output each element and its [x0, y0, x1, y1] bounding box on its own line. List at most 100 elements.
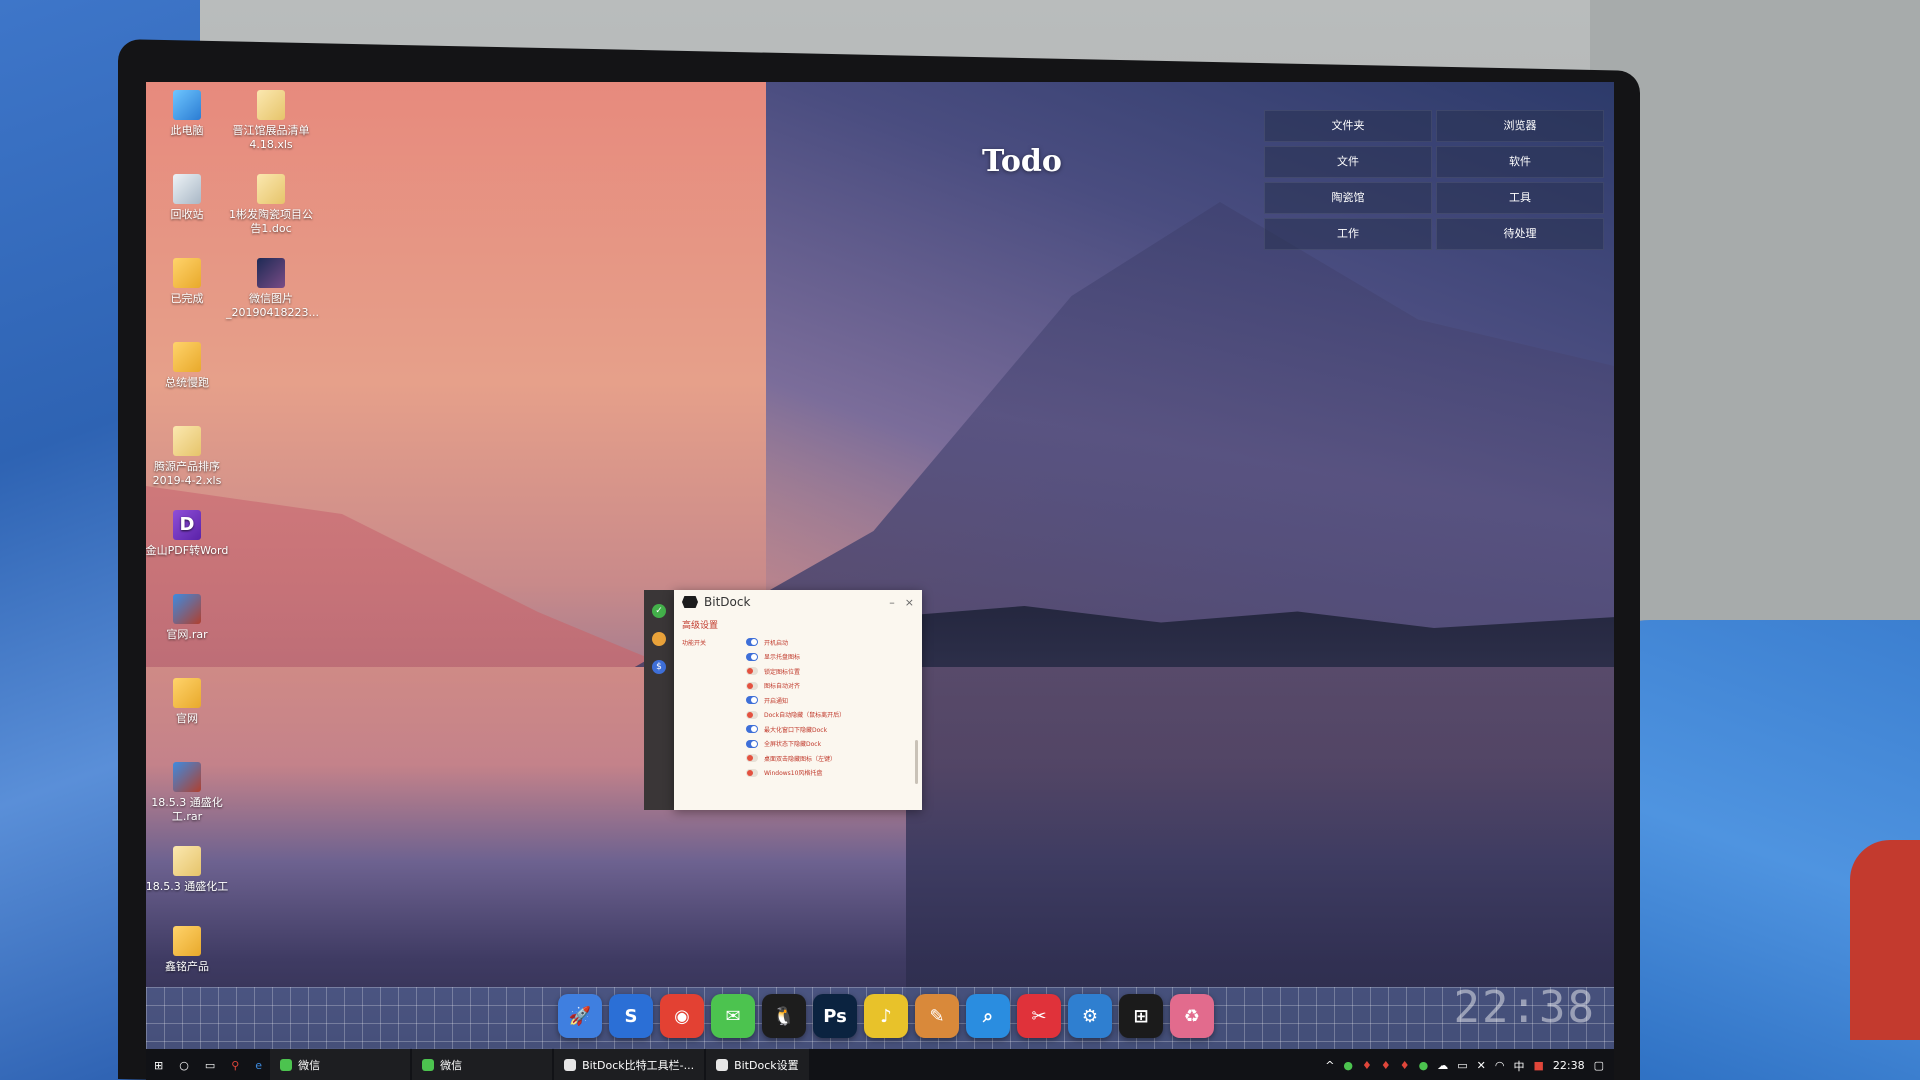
bitdock-scrollbar[interactable]	[915, 740, 918, 784]
ime-indicator[interactable]: 中	[1513, 1058, 1524, 1074]
taskbar-app-button[interactable]: 微信	[270, 1048, 411, 1080]
bitdock-titlebar[interactable]: BitDock – ×	[674, 590, 922, 614]
bitdock-section-title: 高级设置	[682, 621, 719, 631]
todo-cell-folder[interactable]: 文件夹	[1264, 110, 1432, 142]
wechat-tray-icon[interactable]: ●	[1343, 1059, 1353, 1072]
setting-label: Windows10风格托盘	[764, 770, 823, 778]
wifi-icon[interactable]: ◠	[1495, 1059, 1505, 1072]
check-icon[interactable]: ✓	[652, 604, 666, 618]
settings-icon[interactable]: $	[652, 660, 666, 674]
desktop-icon[interactable]: 已完成	[146, 258, 232, 306]
edge-button[interactable]: e	[247, 1049, 270, 1080]
todo-cell-browser[interactable]: 浏览器	[1436, 110, 1604, 142]
taskbar-app-button[interactable]: BitDock比特工具栏-...	[554, 1048, 705, 1080]
todo-cell-pending[interactable]: 待处理	[1436, 218, 1604, 250]
search-button[interactable]: ⚲	[223, 1049, 247, 1080]
todo-cell-tools[interactable]: 工具	[1436, 182, 1604, 214]
desktop-icon[interactable]: 1彬发陶瓷项目公告1.doc	[226, 174, 316, 236]
bitdock-settings-list: 功能开关 开机启动 显示托盘图标 锁定图标位置 图标自动对齐 开启通知 Dock自动隐藏（鼠…	[674, 635, 922, 780]
cortana-icon: ○	[179, 1059, 189, 1072]
excel-file-icon	[257, 90, 285, 120]
setting-label: 桌面双击隐藏图标（左键）	[764, 755, 837, 763]
desktop-icon[interactable]: D 金山PDF转Word	[146, 510, 232, 558]
todo-cell-ceramics[interactable]: 陶瓷馆	[1264, 182, 1432, 214]
chevron-up-icon[interactable]: ^	[1325, 1059, 1334, 1072]
search-icon: ⚲	[231, 1059, 240, 1072]
rocket-app-icon[interactable]: 🚀	[558, 994, 602, 1038]
setting-label: 全屏状态下隐藏Dock	[764, 741, 822, 749]
palette-icon[interactable]	[652, 632, 666, 646]
app-tray-icon[interactable]: ♦	[1381, 1059, 1391, 1072]
app-tray-icon[interactable]: ♦	[1362, 1059, 1372, 1072]
desktop-icon[interactable]: 官网	[146, 678, 232, 726]
close-button[interactable]: ×	[905, 596, 914, 609]
todo-cell-file[interactable]: 文件	[1264, 146, 1432, 178]
notes-icon[interactable]: ✎	[915, 994, 959, 1038]
screenshot-app-icon[interactable]: ✂	[1017, 994, 1061, 1038]
desktop-icon[interactable]: 微信图片_20190418223...	[226, 258, 319, 320]
windows-app-icon[interactable]: ⊞	[1119, 994, 1163, 1038]
bitdock-settings-window: BitDock – × 高级设置 功能开关 开机启动 显示托盘图标 锁定图标位置 图标自…	[674, 590, 922, 810]
toggle-switch[interactable]	[746, 652, 758, 661]
toggle-switch[interactable]	[746, 696, 758, 705]
todo-grid: 文件夹 浏览器 文件 软件 陶瓷馆 工具 工作 待处理	[1264, 110, 1604, 250]
search-app-icon[interactable]: ⌕	[966, 994, 1010, 1038]
todo-cell-software[interactable]: 软件	[1436, 146, 1604, 178]
setting-row: 锁定图标位置	[674, 664, 922, 679]
doc-file-icon	[257, 174, 285, 204]
recycle-app-icon[interactable]: ♻	[1170, 994, 1214, 1038]
desktop-icon[interactable]: 18.5.3 通盛化工	[146, 846, 232, 894]
bitdock-logo-icon	[682, 596, 698, 608]
system-tray: ^ ● ♦ ♦ ♦ ● ☁ ▭ ✕ ◠ 中 ■ 22:38 ▢	[1325, 1058, 1614, 1074]
sogou-tray-icon[interactable]: ■	[1533, 1059, 1543, 1072]
setting-label: 锁定图标位置	[764, 668, 801, 676]
cortana-button[interactable]: ○	[171, 1049, 197, 1080]
folder-icon	[173, 342, 201, 372]
onedrive-icon[interactable]: ☁	[1437, 1059, 1448, 1072]
battery-icon[interactable]: ▭	[1457, 1059, 1467, 1072]
desktop-icon[interactable]: 总统慢跑	[146, 342, 232, 390]
wechat-icon[interactable]: ✉	[711, 994, 755, 1038]
desktop-icon[interactable]: 鑫铭产品	[146, 926, 232, 974]
notification-icon[interactable]: ▢	[1594, 1059, 1604, 1072]
wechat-tray-icon[interactable]: ●	[1419, 1059, 1429, 1072]
app-tray-icon[interactable]: ♦	[1400, 1059, 1410, 1072]
desktop-icon[interactable]: 官网.rar	[146, 594, 232, 642]
music-icon[interactable]: ♪	[864, 994, 908, 1038]
edge-icon: e	[255, 1059, 263, 1072]
taskbar-clock[interactable]: 22:38	[1553, 1059, 1585, 1072]
minimize-button[interactable]: –	[889, 596, 895, 609]
desktop-icon[interactable]: 18.5.3 通盛化工.rar	[146, 762, 232, 824]
toggle-switch[interactable]	[746, 710, 758, 719]
folder-icon	[173, 258, 201, 288]
photoshop-icon[interactable]: Ps	[813, 994, 857, 1038]
taskbar-app-button[interactable]: 微信	[412, 1048, 553, 1080]
start-button[interactable]: ⊞	[146, 1049, 171, 1080]
toggle-switch[interactable]	[746, 667, 758, 676]
toggle-switch[interactable]	[746, 754, 758, 763]
setting-row: 桌面双击隐藏图标（左键）	[674, 751, 922, 766]
sogou-browser-icon[interactable]: S	[609, 994, 653, 1038]
folder-icon	[173, 846, 201, 876]
desktop-icon[interactable]: 回收站	[146, 174, 232, 222]
task-view-button[interactable]: ▭	[197, 1049, 223, 1080]
toggle-switch[interactable]	[746, 768, 758, 777]
taskbar-app-label: 微信	[440, 1058, 463, 1072]
toggle-switch[interactable]	[746, 681, 758, 690]
windows-taskbar: ⊞ ○ ▭ ⚲ e 微信 微信 BitDock比特工具栏-... BitDock设置 …	[146, 1048, 1614, 1080]
todo-cell-work[interactable]: 工作	[1264, 218, 1432, 250]
desktop-icon[interactable]: 晋江馆展品清单4.18.xls	[226, 90, 316, 152]
desktop-icon[interactable]: 此电脑	[146, 90, 232, 138]
desktop-icon[interactable]: 腾源产品排序2019-4-2.xls	[146, 426, 232, 488]
toggle-switch[interactable]	[746, 725, 758, 734]
toggle-switch[interactable]	[746, 638, 758, 647]
app-icon	[716, 1058, 729, 1071]
app-icon	[564, 1058, 577, 1071]
taskbar-app-button[interactable]: BitDock设置	[706, 1048, 809, 1080]
toggle-switch[interactable]	[746, 739, 758, 748]
settings-app-icon[interactable]: ⚙	[1068, 994, 1112, 1038]
setting-row: 开启通知	[674, 693, 922, 708]
volume-muted-icon[interactable]: ✕	[1477, 1059, 1486, 1072]
qq-icon[interactable]: 🐧	[762, 994, 806, 1038]
chrome-icon[interactable]: ◉	[660, 994, 704, 1038]
